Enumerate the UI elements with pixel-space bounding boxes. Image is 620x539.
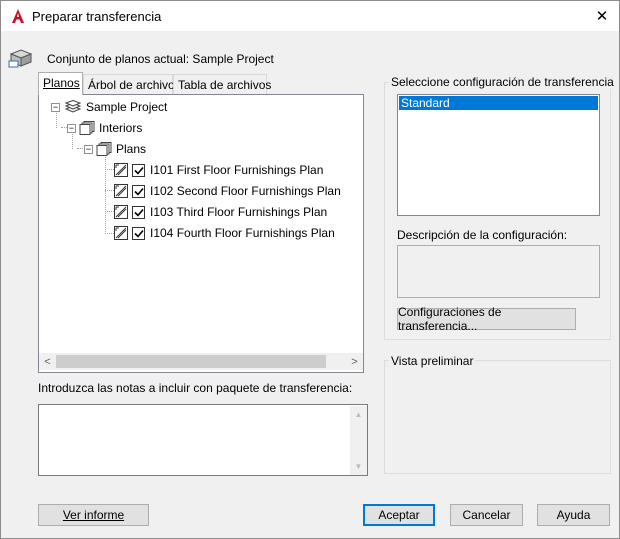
sheet-checkbox[interactable]	[132, 226, 145, 240]
tree-node-subset-interiors[interactable]: − Interiors	[67, 119, 142, 137]
collapse-icon[interactable]: −	[51, 102, 60, 112]
subset-icon	[79, 121, 95, 135]
subset-icon	[96, 142, 112, 156]
collapse-icon[interactable]: −	[67, 123, 76, 133]
tree-node-label: I104 Fourth Floor Furnishings Plan	[150, 226, 335, 240]
tree-node-sheet-set[interactable]: − Sample Project	[51, 98, 167, 116]
config-description-field	[397, 245, 600, 298]
scroll-thumb[interactable]	[56, 355, 326, 368]
sheet-checkbox[interactable]	[132, 184, 145, 198]
tree-node-label: I101 First Floor Furnishings Plan	[150, 163, 324, 177]
tree-horizontal-scrollbar[interactable]: < >	[39, 353, 363, 370]
preview-group	[384, 360, 611, 474]
tab-file-tree[interactable]: Árbol de archivos	[83, 74, 181, 95]
transfer-config-label: Seleccione configuración de transferenci…	[389, 75, 616, 89]
transmittal-package-icon	[7, 46, 35, 70]
notes-textarea[interactable]	[38, 404, 368, 476]
tree-node-label: I102 Second Floor Furnishings Plan	[150, 184, 341, 198]
current-sheet-set-label: Conjunto de planos actual: Sample Projec…	[47, 52, 274, 66]
collapse-icon[interactable]: −	[84, 144, 93, 154]
tree-node-label: Sample Project	[86, 100, 168, 114]
sheet-icon	[114, 184, 128, 198]
tree-node-label: Interiors	[99, 121, 143, 135]
sheet-icon	[114, 205, 128, 219]
sheet-tree[interactable]: − Sample Project − Interiors − Plans I10…	[38, 94, 364, 373]
transfer-config-list[interactable]: Standard	[397, 94, 600, 216]
scroll-up-icon[interactable]: ▲	[350, 406, 367, 423]
tab-strip: Planos Árbol de archivos Tabla de archiv…	[38, 72, 338, 95]
view-report-button[interactable]: Ver informe	[38, 504, 149, 526]
tree-node-sheet[interactable]: I104 Fourth Floor Furnishings Plan	[114, 224, 335, 242]
tree-node-sheet[interactable]: I103 Third Floor Furnishings Plan	[114, 203, 327, 221]
tab-sheets[interactable]: Planos	[38, 72, 83, 95]
help-button[interactable]: Ayuda	[537, 504, 610, 526]
tree-node-subset-plans[interactable]: − Plans	[84, 140, 146, 158]
close-icon: ✕	[595, 8, 609, 25]
config-description-label: Descripción de la configuración:	[397, 228, 568, 242]
sheet-checkbox[interactable]	[132, 163, 145, 177]
sheet-icon	[114, 226, 128, 240]
sheet-icon	[114, 163, 128, 177]
transfer-configurations-button[interactable]: Configuraciones de transferencia...	[397, 305, 576, 333]
sheet-set-icon	[64, 99, 82, 114]
tree-node-sheet[interactable]: I102 Second Floor Furnishings Plan	[114, 182, 341, 200]
transmittal-dialog: Preparar transferencia ✕ Conjunto de pla…	[0, 0, 620, 539]
notes-label: Introduzca las notas a incluir con paque…	[38, 381, 353, 395]
title-bar: Preparar transferencia ✕	[1, 1, 619, 31]
scroll-left-icon[interactable]: <	[39, 353, 56, 370]
tree-node-label: I103 Third Floor Furnishings Plan	[150, 205, 328, 219]
window-title: Preparar transferencia	[32, 9, 162, 24]
notes-vertical-scrollbar[interactable]: ▲ ▼	[350, 406, 367, 475]
tree-node-label: Plans	[116, 142, 147, 156]
tree-node-sheet[interactable]: I101 First Floor Furnishings Plan	[114, 161, 323, 179]
close-button[interactable]: ✕	[586, 3, 618, 29]
ok-button[interactable]: Aceptar	[363, 504, 435, 526]
preview-label: Vista preliminar	[389, 354, 476, 368]
autocad-logo-icon	[11, 8, 25, 24]
transfer-config-item-selected[interactable]: Standard	[399, 96, 598, 110]
cancel-button[interactable]: Cancelar	[450, 504, 523, 526]
scroll-down-icon[interactable]: ▼	[350, 458, 367, 475]
scroll-right-icon[interactable]: >	[346, 353, 363, 370]
sheet-checkbox[interactable]	[132, 205, 145, 219]
tab-file-table[interactable]: Tabla de archivos	[173, 74, 271, 95]
